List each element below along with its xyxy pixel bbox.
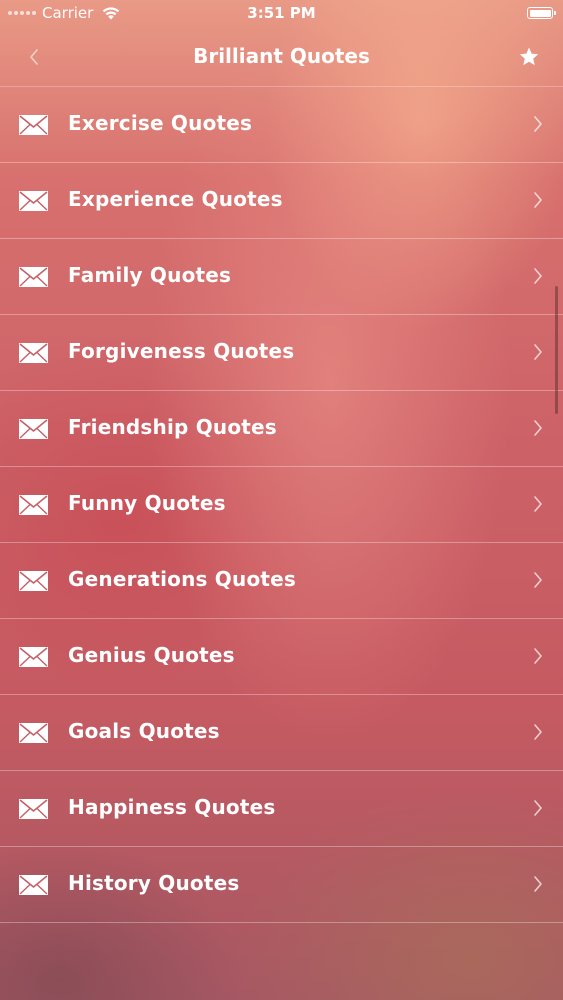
- list-item-label: Exercise Quotes: [68, 111, 253, 135]
- list-item-label: Genius Quotes: [68, 643, 235, 667]
- list-item[interactable]: Friendship Quotes: [0, 391, 563, 467]
- list-item-label: Forgiveness Quotes: [68, 339, 295, 363]
- envelope-icon: [19, 571, 48, 591]
- chevron-right-icon: [534, 420, 542, 436]
- scrollbar[interactable]: [555, 286, 558, 414]
- list-item[interactable]: Experience Quotes: [0, 163, 563, 239]
- chevron-right-icon: [534, 116, 542, 132]
- envelope-icon: [19, 419, 48, 439]
- list-item[interactable]: Forgiveness Quotes: [0, 315, 563, 391]
- envelope-icon: [19, 343, 48, 363]
- chevron-right-icon: [534, 800, 542, 816]
- battery-icon: [527, 7, 556, 19]
- chevron-right-icon: [534, 496, 542, 512]
- list-item-label: Goals Quotes: [68, 719, 220, 743]
- envelope-icon: [19, 875, 48, 895]
- chevron-right-icon: [534, 192, 542, 208]
- envelope-icon: [19, 495, 48, 515]
- chevron-right-icon: [534, 572, 542, 588]
- list-item[interactable]: History Quotes: [0, 847, 563, 923]
- list-item[interactable]: Happiness Quotes: [0, 771, 563, 847]
- status-bar: Carrier 3:51 PM: [0, 0, 563, 28]
- navigation-bar: Brilliant Quotes: [0, 28, 563, 87]
- favorites-button[interactable]: [517, 45, 541, 69]
- list-item[interactable]: Family Quotes: [0, 239, 563, 315]
- chevron-right-icon: [534, 344, 542, 360]
- list-item-label: Experience Quotes: [68, 187, 283, 211]
- list-item-label: Generations Quotes: [68, 567, 297, 591]
- list-item[interactable]: Genius Quotes: [0, 619, 563, 695]
- chevron-right-icon: [534, 876, 542, 892]
- envelope-icon: [19, 115, 48, 135]
- star-icon: [519, 47, 539, 66]
- list-item-label: Friendship Quotes: [68, 415, 277, 439]
- list-item[interactable]: Goals Quotes: [0, 695, 563, 771]
- list-item-label: History Quotes: [68, 871, 240, 895]
- list-item[interactable]: Funny Quotes: [0, 467, 563, 543]
- list-item[interactable]: Generations Quotes: [0, 543, 563, 619]
- category-list: Exercise Quotes Experience Quotes Family…: [0, 87, 563, 923]
- envelope-icon: [19, 799, 48, 819]
- envelope-icon: [19, 267, 48, 287]
- chevron-right-icon: [534, 724, 542, 740]
- list-item-label: Funny Quotes: [68, 491, 226, 515]
- envelope-icon: [19, 647, 48, 667]
- envelope-icon: [19, 723, 48, 743]
- page-title: Brilliant Quotes: [193, 44, 370, 68]
- chevron-right-icon: [534, 268, 542, 284]
- envelope-icon: [19, 191, 48, 211]
- chevron-right-icon: [534, 648, 542, 664]
- list-item[interactable]: Exercise Quotes: [0, 87, 563, 163]
- status-time: 3:51 PM: [247, 4, 316, 22]
- list-item-label: Happiness Quotes: [68, 795, 276, 819]
- list-item-label: Family Quotes: [68, 263, 232, 287]
